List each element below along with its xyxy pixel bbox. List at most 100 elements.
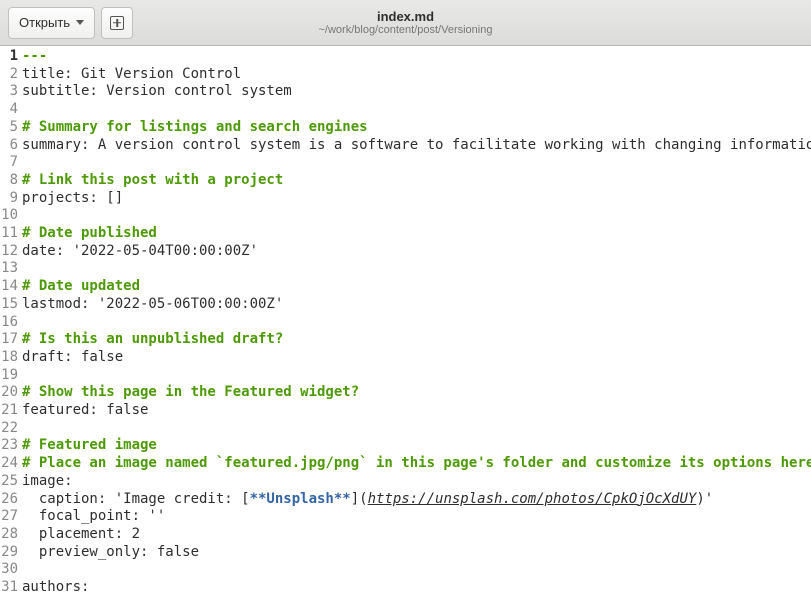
line-number: 10 [0,207,22,225]
editor-line[interactable]: 31authors: [0,579,811,597]
line-content[interactable] [22,260,811,278]
line-content[interactable]: subtitle: Version control system [22,83,811,101]
line-content[interactable]: summary: A version control system is a s… [22,137,811,155]
code-segment: title: Git Version Control [22,66,241,82]
code-segment: # Place an image named `featured.jpg/png… [22,455,811,471]
editor-line[interactable]: 11# Date published [0,225,811,243]
line-number: 14 [0,278,22,296]
open-button[interactable]: Открыть [8,7,95,39]
line-content[interactable] [22,561,811,579]
line-content[interactable]: # Show this page in the Featured widget? [22,384,811,402]
line-content[interactable]: projects: [] [22,190,811,208]
line-number: 26 [0,491,22,509]
editor-line[interactable]: 7 [0,154,811,172]
editor-line[interactable]: 13 [0,260,811,278]
editor-line[interactable]: 1--- [0,48,811,66]
line-number: 25 [0,473,22,491]
line-content[interactable]: # Place an image named `featured.jpg/png… [22,455,811,473]
editor-area[interactable]: 1---2title: Git Version Control3subtitle… [0,46,811,597]
line-content[interactable]: # Date published [22,225,811,243]
editor-line[interactable]: 12date: '2022-05-04T00:00:00Z' [0,243,811,261]
code-segment: projects: [] [22,190,123,206]
editor-line[interactable]: 20# Show this page in the Featured widge… [0,384,811,402]
editor-line[interactable]: 3subtitle: Version control system [0,83,811,101]
editor-line[interactable]: 4 [0,101,811,119]
code-segment: --- [22,48,47,64]
line-number: 23 [0,437,22,455]
editor-line[interactable]: 18draft: false [0,349,811,367]
code-segment: # Featured image [22,437,157,453]
editor-line[interactable]: 9projects: [] [0,190,811,208]
line-content[interactable] [22,420,811,438]
line-content[interactable]: lastmod: '2022-05-06T00:00:00Z' [22,296,811,314]
editor-line[interactable]: 8# Link this post with a project [0,172,811,190]
editor-line[interactable]: 30 [0,561,811,579]
file-title: index.md [206,9,606,24]
new-tab-button[interactable] [101,7,133,39]
line-number: 2 [0,66,22,84]
line-number: 28 [0,526,22,544]
line-number: 30 [0,561,22,579]
code-segment: date: '2022-05-04T00:00:00Z' [22,243,258,259]
line-content[interactable] [22,154,811,172]
line-content[interactable]: focal_point: '' [22,508,811,526]
line-number: 19 [0,367,22,385]
line-content[interactable]: featured: false [22,402,811,420]
editor-line[interactable]: 5# Summary for listings and search engin… [0,119,811,137]
editor-line[interactable]: 15lastmod: '2022-05-06T00:00:00Z' [0,296,811,314]
line-content[interactable]: authors: [22,579,811,597]
line-content[interactable] [22,101,811,119]
line-content[interactable]: date: '2022-05-04T00:00:00Z' [22,243,811,261]
code-segment: image: [22,473,73,489]
code-segment: subtitle: Version control system [22,83,292,99]
editor-line[interactable]: 28 placement: 2 [0,526,811,544]
line-content[interactable]: image: [22,473,811,491]
line-content[interactable]: preview_only: false [22,544,811,562]
editor-line[interactable]: 24# Place an image named `featured.jpg/p… [0,455,811,473]
editor-line[interactable]: 19 [0,367,811,385]
code-segment: **Unsplash** [250,491,351,507]
line-number: 24 [0,455,22,473]
editor-line[interactable]: 2title: Git Version Control [0,66,811,84]
editor-line[interactable]: 27 focal_point: '' [0,508,811,526]
editor-line[interactable]: 22 [0,420,811,438]
line-content[interactable]: # Summary for listings and search engine… [22,119,811,137]
line-content[interactable] [22,314,811,332]
line-content[interactable]: placement: 2 [22,526,811,544]
line-content[interactable] [22,207,811,225]
line-content[interactable]: caption: 'Image credit: [**Unsplash**](h… [22,491,811,509]
line-number: 11 [0,225,22,243]
line-number: 18 [0,349,22,367]
editor-line[interactable]: 29 preview_only: false [0,544,811,562]
line-number: 21 [0,402,22,420]
editor-line[interactable]: 6summary: A version control system is a … [0,137,811,155]
code-segment: caption: 'Image credit: [ [22,491,250,507]
line-content[interactable]: title: Git Version Control [22,66,811,84]
code-segment: featured: false [22,402,148,418]
chevron-down-icon [76,20,84,25]
editor-line[interactable]: 17# Is this an unpublished draft? [0,331,811,349]
code-segment: ]( [351,491,368,507]
editor-line[interactable]: 23# Featured image [0,437,811,455]
line-content[interactable]: # Featured image [22,437,811,455]
code-segment: focal_point: '' [22,508,165,524]
line-content[interactable]: # Is this an unpublished draft? [22,331,811,349]
line-content[interactable]: # Date updated [22,278,811,296]
line-content[interactable] [22,367,811,385]
code-segment: placement: 2 [22,526,140,542]
editor-line[interactable]: 26 caption: 'Image credit: [**Unsplash**… [0,491,811,509]
line-number: 27 [0,508,22,526]
titlebar-left-controls: Открыть [8,7,133,39]
new-document-icon [110,16,124,30]
line-content[interactable]: draft: false [22,349,811,367]
line-content[interactable]: --- [22,48,811,66]
open-button-label: Открыть [19,15,70,30]
line-number: 15 [0,296,22,314]
code-segment: authors: [22,579,89,595]
editor-line[interactable]: 14# Date updated [0,278,811,296]
line-content[interactable]: # Link this post with a project [22,172,811,190]
editor-line[interactable]: 21featured: false [0,402,811,420]
editor-line[interactable]: 16 [0,314,811,332]
editor-line[interactable]: 10 [0,207,811,225]
editor-line[interactable]: 25image: [0,473,811,491]
